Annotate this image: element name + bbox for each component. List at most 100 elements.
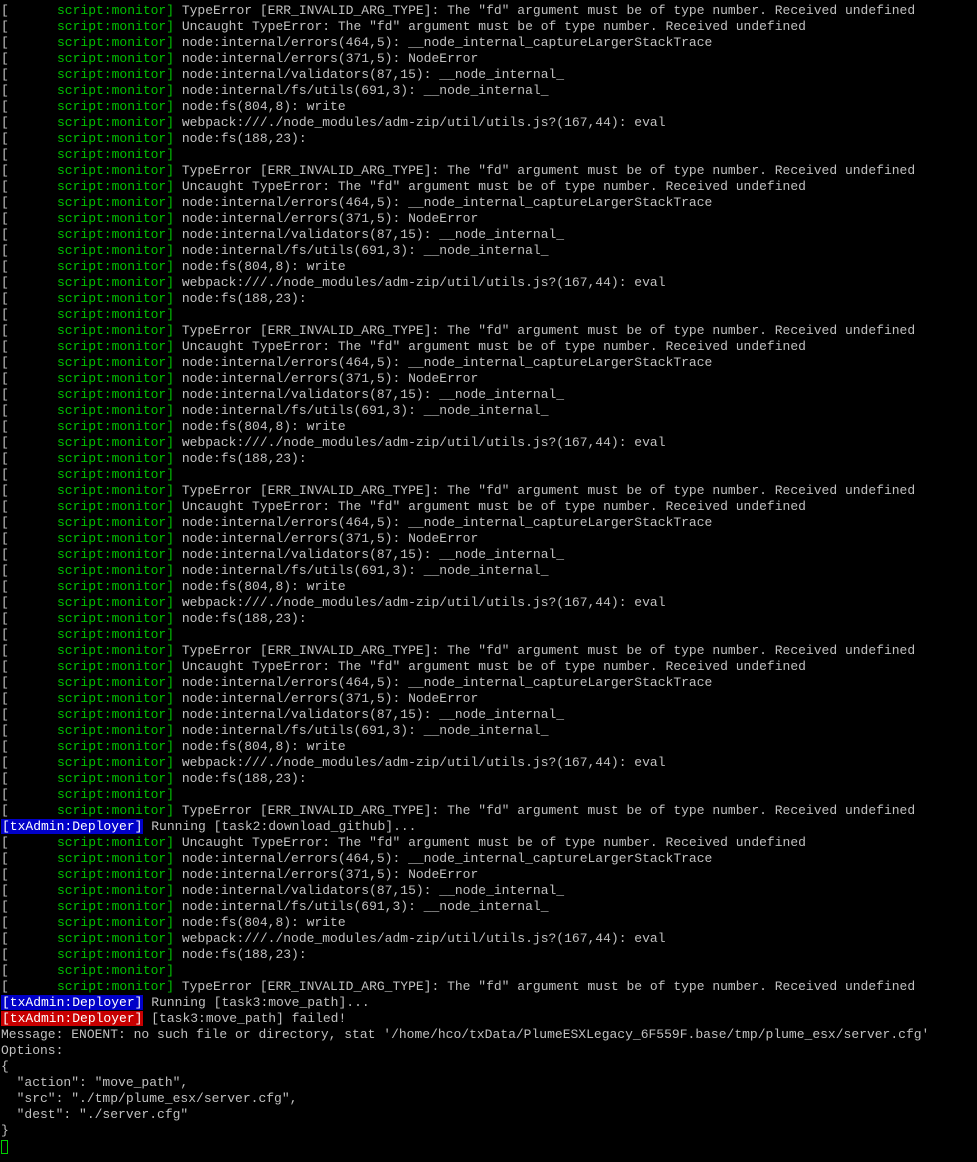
script-monitor-tag: script:monitor] xyxy=(57,867,175,882)
log-bracket: [ xyxy=(1,595,9,610)
deployer-log-line: [txAdmin:Deployer] Running [task2:downlo… xyxy=(1,819,977,835)
deployer-log-line: [txAdmin:Deployer] Running [task3:move_p… xyxy=(1,995,977,1011)
log-bracket: [ xyxy=(1,51,9,66)
log-bracket: [ xyxy=(1,963,9,978)
monitor-log-line: [script:monitor] webpack:///./node_modul… xyxy=(1,115,977,131)
script-monitor-tag: script:monitor] xyxy=(57,659,175,674)
script-monitor-tag: script:monitor] xyxy=(57,563,175,578)
output-line: Options: xyxy=(1,1043,977,1059)
log-message: node:internal/validators(87,15): __node_… xyxy=(174,387,565,402)
script-monitor-tag: script:monitor] xyxy=(57,83,175,98)
terminal-output[interactable]: [script:monitor] TypeError [ERR_INVALID_… xyxy=(0,0,977,1155)
log-bracket: [ xyxy=(1,947,9,962)
log-message: node:internal/errors(371,5): NodeError xyxy=(174,531,479,546)
log-message: node:internal/errors(371,5): NodeError xyxy=(174,371,479,386)
log-bracket: [ xyxy=(1,979,9,994)
log-bracket: [ xyxy=(1,419,9,434)
log-message: node:internal/errors(464,5): __node_inte… xyxy=(174,675,713,690)
log-bracket: [ xyxy=(1,803,9,818)
script-monitor-tag: script:monitor] xyxy=(57,643,175,658)
monitor-log-line: [script:monitor] node:internal/errors(37… xyxy=(1,531,977,547)
deployer-badge: [txAdmin:Deployer] xyxy=(1,995,144,1010)
script-monitor-tag: script:monitor] xyxy=(57,291,175,306)
log-bracket: [ xyxy=(1,691,9,706)
monitor-log-line: [script:monitor] xyxy=(1,307,977,323)
script-monitor-tag: script:monitor] xyxy=(57,259,175,274)
monitor-log-line: [script:monitor] xyxy=(1,467,977,483)
monitor-log-line: [script:monitor] node:internal/errors(46… xyxy=(1,195,977,211)
script-monitor-tag: script:monitor] xyxy=(57,163,175,178)
script-monitor-tag: script:monitor] xyxy=(57,803,175,818)
monitor-log-line: [script:monitor] node:internal/errors(46… xyxy=(1,35,977,51)
log-bracket: [ xyxy=(1,387,9,402)
log-message: webpack:///./node_modules/adm-zip/util/u… xyxy=(174,931,666,946)
log-bracket: [ xyxy=(1,19,9,34)
monitor-log-line: [script:monitor] node:internal/errors(37… xyxy=(1,691,977,707)
monitor-log-line: [script:monitor] Uncaught TypeError: The… xyxy=(1,339,977,355)
monitor-log-line: [script:monitor] node:internal/validator… xyxy=(1,547,977,563)
script-monitor-tag: script:monitor] xyxy=(57,179,175,194)
monitor-log-line: [script:monitor] node:internal/validator… xyxy=(1,67,977,83)
script-monitor-tag: script:monitor] xyxy=(57,355,175,370)
script-monitor-tag: script:monitor] xyxy=(57,19,175,34)
log-bracket: [ xyxy=(1,323,9,338)
log-bracket: [ xyxy=(1,179,9,194)
prompt-line xyxy=(1,1139,977,1155)
log-message: node:internal/errors(371,5): NodeError xyxy=(174,691,479,706)
monitor-log-line: [script:monitor] node:internal/errors(37… xyxy=(1,867,977,883)
script-monitor-tag: script:monitor] xyxy=(57,51,175,66)
script-monitor-tag: script:monitor] xyxy=(57,195,175,210)
script-monitor-tag: script:monitor] xyxy=(57,451,175,466)
log-message: TypeError [ERR_INVALID_ARG_TYPE]: The "f… xyxy=(174,323,916,338)
output-line: "src": "./tmp/plume_esx/server.cfg", xyxy=(1,1091,977,1107)
log-bracket: [ xyxy=(1,435,9,450)
script-monitor-tag: script:monitor] xyxy=(57,435,175,450)
script-monitor-tag: script:monitor] xyxy=(57,723,175,738)
script-monitor-tag: script:monitor] xyxy=(57,483,175,498)
log-message: node:internal/fs/utils(691,3): __node_in… xyxy=(174,563,549,578)
log-bracket: [ xyxy=(1,515,9,530)
script-monitor-tag: script:monitor] xyxy=(57,99,175,114)
monitor-log-line: [script:monitor] node:fs(804,8): write xyxy=(1,915,977,931)
log-message: "dest": "./server.cfg" xyxy=(1,1107,189,1122)
log-message: node:fs(804,8): write xyxy=(174,419,346,434)
monitor-log-line: [script:monitor] webpack:///./node_modul… xyxy=(1,275,977,291)
log-bracket: [ xyxy=(1,499,9,514)
script-monitor-tag: script:monitor] xyxy=(57,323,175,338)
log-message: node:fs(188,23): xyxy=(174,131,307,146)
monitor-log-line: [script:monitor] Uncaught TypeError: The… xyxy=(1,179,977,195)
monitor-log-line: [script:monitor] node:fs(188,23): xyxy=(1,451,977,467)
log-bracket: [ xyxy=(1,563,9,578)
monitor-log-line: [script:monitor] node:internal/fs/utils(… xyxy=(1,243,977,259)
log-bracket: [ xyxy=(1,899,9,914)
log-message: node:internal/errors(371,5): NodeError xyxy=(174,211,479,226)
log-bracket: [ xyxy=(1,307,9,322)
log-message: TypeError [ERR_INVALID_ARG_TYPE]: The "f… xyxy=(174,3,916,18)
log-bracket: [ xyxy=(1,931,9,946)
log-bracket: [ xyxy=(1,99,9,114)
script-monitor-tag: script:monitor] xyxy=(57,899,175,914)
log-bracket: [ xyxy=(1,627,9,642)
script-monitor-tag: script:monitor] xyxy=(57,579,175,594)
output-line: "action": "move_path", xyxy=(1,1075,977,1091)
log-message: node:internal/errors(371,5): NodeError xyxy=(174,51,479,66)
log-message: { xyxy=(1,1059,9,1074)
log-bracket: [ xyxy=(1,531,9,546)
monitor-log-line: [script:monitor] xyxy=(1,963,977,979)
monitor-log-line: [script:monitor] webpack:///./node_modul… xyxy=(1,755,977,771)
log-message: node:internal/errors(371,5): NodeError xyxy=(174,867,479,882)
monitor-log-line: [script:monitor] node:internal/errors(37… xyxy=(1,211,977,227)
log-bracket: [ xyxy=(1,675,9,690)
script-monitor-tag: script:monitor] xyxy=(57,595,175,610)
script-monitor-tag: script:monitor] xyxy=(57,755,175,770)
log-message: node:internal/errors(464,5): __node_inte… xyxy=(174,515,713,530)
terminal-cursor[interactable] xyxy=(1,1139,8,1154)
monitor-log-line: [script:monitor] TypeError [ERR_INVALID_… xyxy=(1,979,977,995)
log-message: node:internal/validators(87,15): __node_… xyxy=(174,67,565,82)
script-monitor-tag: script:monitor] xyxy=(57,275,175,290)
log-bracket: [ xyxy=(1,659,9,674)
monitor-log-line: [script:monitor] node:internal/validator… xyxy=(1,227,977,243)
deployer-badge: [txAdmin:Deployer] xyxy=(1,1011,144,1026)
log-message: Running [task2:download_github]... xyxy=(143,819,417,834)
log-bracket: [ xyxy=(1,547,9,562)
